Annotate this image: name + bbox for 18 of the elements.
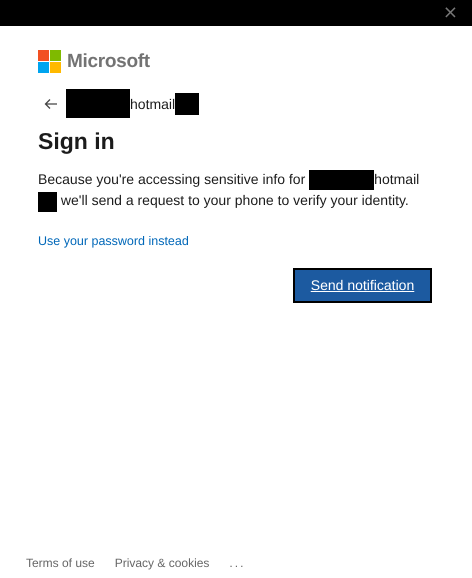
message-text: we'll send a request to your phone to verify your identity.: [60, 192, 409, 208]
send-notification-button[interactable]: Send notification: [293, 268, 432, 303]
footer-link[interactable]: Privacy & cookies: [114, 556, 210, 570]
redaction-block: [175, 92, 200, 114]
account-name: hotmail: [130, 96, 176, 112]
brand-name: Microsoft: [67, 50, 150, 72]
password-link[interactable]: Use your password instead: [38, 234, 189, 248]
close-button[interactable]: ×: [440, 3, 460, 23]
page-heading: Sign in: [38, 128, 116, 155]
redaction-block: [66, 89, 130, 118]
redaction-block: [309, 170, 374, 190]
logo-icon: [38, 50, 61, 73]
more-options-link[interactable]: ...: [229, 556, 246, 570]
footer-link[interactable]: Terms of use: [26, 556, 95, 570]
account-name: hotmail: [374, 171, 420, 187]
redaction-block: [38, 192, 57, 212]
message-text: Because you're accessing sensitive info for: [38, 171, 306, 187]
back-arrow-icon[interactable]: [44, 98, 58, 110]
